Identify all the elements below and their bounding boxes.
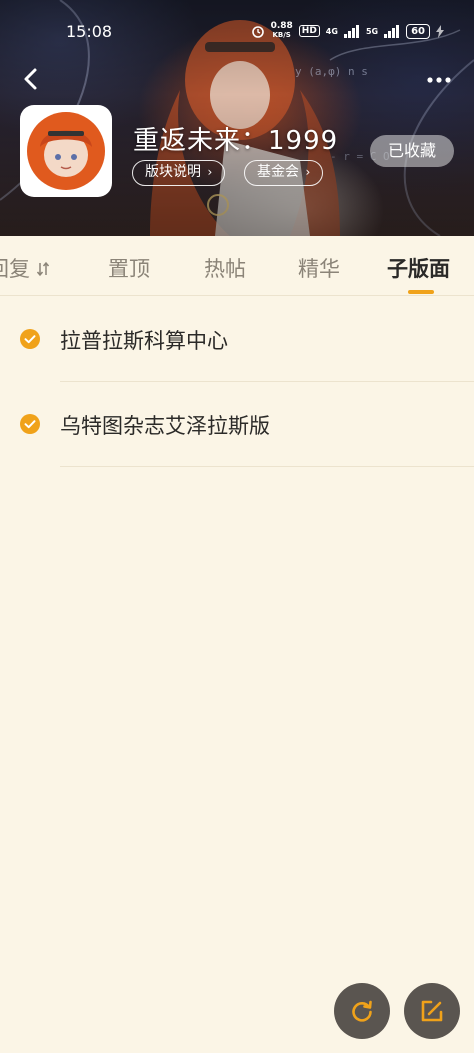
list-item[interactable]: 拉普拉斯科算中心 xyxy=(0,297,474,382)
status-bar: 15:08 0.88 KB/S HD 4G 5G 60 xyxy=(0,18,474,48)
compose-button[interactable] xyxy=(404,983,460,1039)
sort-icon xyxy=(36,261,49,277)
forum-info-label: 版块说明 xyxy=(145,164,201,180)
signal-1-icon xyxy=(343,24,359,38)
tab-hot[interactable]: 热帖 xyxy=(204,253,246,283)
check-circle-icon[interactable] xyxy=(20,329,40,349)
hd-badge: HD xyxy=(298,25,320,37)
subforum-label: 乌特图杂志艾泽拉斯版 xyxy=(60,414,270,438)
forum-banner: y (a,φ) n s - r = C O 15:08 0.88 KB/S HD… xyxy=(0,0,474,236)
signal-1-label: 4G xyxy=(325,26,338,36)
signal-2-label: 5G xyxy=(365,26,379,36)
net-speed: 0.88 KB/S xyxy=(271,22,293,40)
net-speed-value: 0.88 xyxy=(270,21,293,31)
signal-2-icon xyxy=(384,24,400,38)
fund-button[interactable]: 基金会 › xyxy=(244,160,324,186)
compose-icon xyxy=(421,1000,443,1022)
active-tab-indicator xyxy=(408,290,434,294)
favorite-button[interactable]: 已收藏 xyxy=(370,135,454,167)
refresh-icon xyxy=(352,1000,372,1022)
tab-bar: 回复 置顶 热帖 精华 子版面 xyxy=(0,236,474,296)
more-dots-icon[interactable] xyxy=(424,70,454,90)
tab-reply[interactable]: 回复 xyxy=(0,253,49,283)
battery-indicator: 60 xyxy=(406,23,430,39)
forum-avatar-image xyxy=(27,112,105,190)
tab-featured[interactable]: 精华 xyxy=(298,253,340,283)
tab-subforums[interactable]: 子版面 xyxy=(387,253,450,283)
chevron-right-icon: › xyxy=(305,165,311,179)
status-time: 15:08 xyxy=(66,22,113,41)
subforum-label: 拉普拉斯科算中心 xyxy=(60,329,228,353)
charging-icon xyxy=(436,24,444,38)
back-arrow-icon[interactable] xyxy=(16,64,46,94)
check-circle-icon[interactable] xyxy=(20,414,40,434)
divider xyxy=(60,466,474,467)
tab-reply-label: 回复 xyxy=(0,257,30,281)
forum-info-button[interactable]: 版块说明 › xyxy=(132,160,226,186)
alarm-icon xyxy=(251,26,264,38)
forum-avatar[interactable] xyxy=(20,105,112,197)
forum-page: y (a,φ) n s - r = C O 15:08 0.88 KB/S HD… xyxy=(0,0,474,1053)
status-indicators: 0.88 KB/S HD 4G 5G 60 xyxy=(251,22,444,40)
chevron-right-icon: › xyxy=(207,165,213,179)
list-item[interactable]: 乌特图杂志艾泽拉斯版 xyxy=(0,382,474,467)
fund-label: 基金会 xyxy=(257,164,299,180)
tab-pinned[interactable]: 置顶 xyxy=(108,253,150,283)
forum-title: 重返未来：1999 xyxy=(133,126,339,156)
net-speed-unit: KB/S xyxy=(272,31,291,39)
refresh-button[interactable] xyxy=(334,983,390,1039)
